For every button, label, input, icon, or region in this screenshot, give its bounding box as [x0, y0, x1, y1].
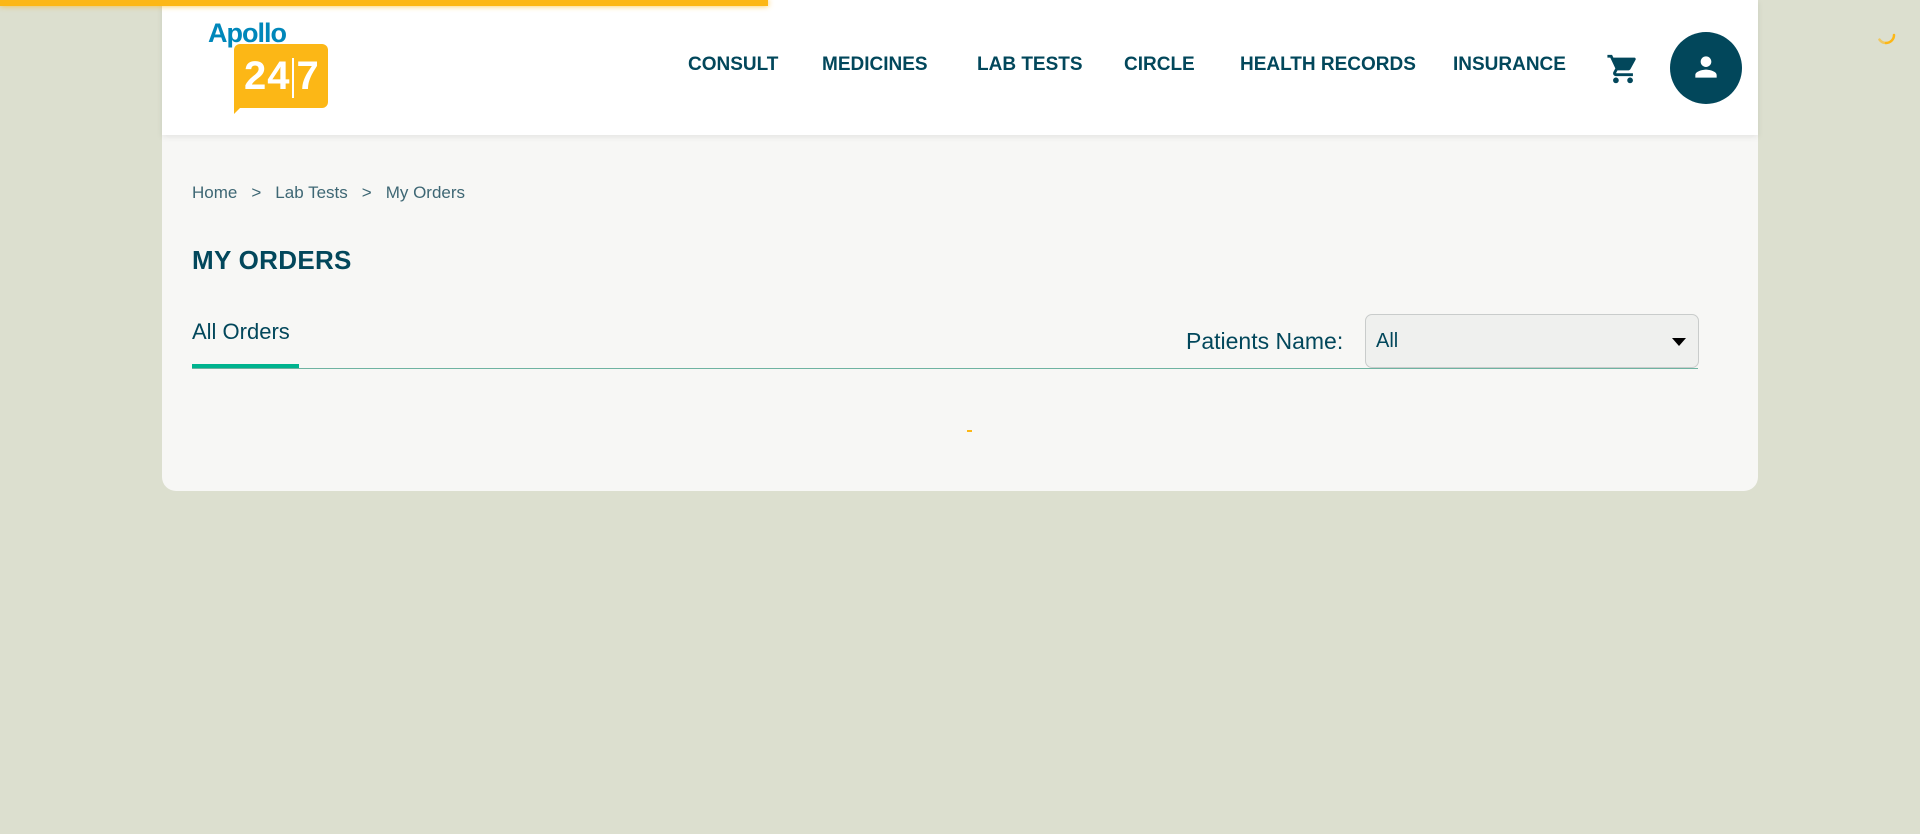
tab-all-orders[interactable]: All Orders: [192, 319, 290, 345]
logo-number: 24 7: [244, 54, 320, 98]
nav-lab-tests[interactable]: LAB TESTS: [977, 54, 1083, 76]
nav-circle[interactable]: CIRCLE: [1124, 54, 1195, 76]
page-title: MY ORDERS: [192, 245, 352, 275]
tabs-divider: [192, 368, 1698, 369]
patients-name-select[interactable]: All: [1365, 314, 1699, 368]
user-icon: [1695, 56, 1717, 78]
logo-divider: [292, 58, 294, 98]
breadcrumb-my-orders: My Orders: [385, 183, 466, 202]
breadcrumb-separator: >: [361, 183, 372, 202]
nav-medicines[interactable]: MEDICINES: [822, 54, 928, 76]
cart-icon[interactable]: [1606, 52, 1640, 86]
site-header: Apollo 24 7 CONSULT MEDICINES LAB TESTS C…: [162, 0, 1758, 135]
chevron-down-icon: [1672, 338, 1686, 346]
profile-avatar-button[interactable]: [1670, 32, 1742, 104]
loading-spinner-icon: [1874, 23, 1898, 47]
breadcrumb-separator: >: [251, 183, 262, 202]
orders-panel: Home > Lab Tests > My Orders MY ORDERS A…: [162, 135, 1758, 491]
apollo-247-logo[interactable]: Apollo 24 7: [208, 18, 334, 118]
breadcrumb-lab-tests[interactable]: Lab Tests: [275, 183, 347, 203]
breadcrumb: Home > Lab Tests > My Orders: [192, 183, 465, 203]
nav-consult[interactable]: CONSULT: [688, 54, 778, 76]
content-loader-indicator: [967, 430, 972, 432]
logo-badge-tail: [234, 98, 250, 114]
breadcrumb-home[interactable]: Home: [192, 183, 237, 203]
patients-name-selected-value: All: [1376, 330, 1399, 352]
page-load-progress-bar: [0, 0, 768, 6]
nav-health-records[interactable]: HEALTH RECORDS: [1240, 54, 1416, 76]
nav-insurance[interactable]: INSURANCE: [1453, 54, 1566, 76]
patients-name-label: Patients Name:: [1186, 328, 1344, 354]
